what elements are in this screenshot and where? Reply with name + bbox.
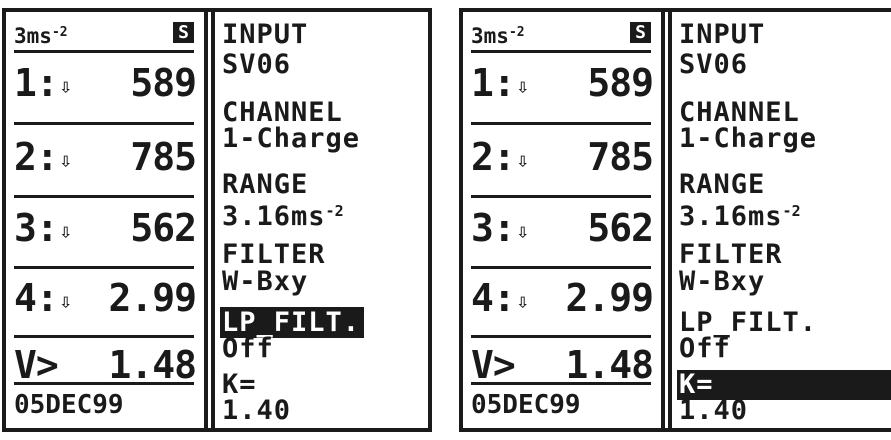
date-display: 05DEC99: [14, 390, 124, 420]
channel-value: 589: [130, 61, 197, 105]
down-arrow-icon: ⇩: [59, 148, 72, 172]
channel-row-2: 2: ⇩ 785: [471, 134, 655, 180]
channel-value: 2.99: [108, 276, 197, 320]
channel-label: 4:: [471, 276, 516, 320]
mode-badge: S: [173, 22, 194, 43]
k-value: 1.40: [222, 395, 292, 426]
double-divider: [659, 12, 673, 428]
menu-item-input[interactable]: INPUT: [222, 20, 308, 50]
lp-filt-value: Off: [679, 333, 731, 364]
range-value-exponent: -2: [782, 202, 801, 220]
divider-line: [471, 195, 651, 198]
range-value-exponent: -2: [325, 202, 344, 220]
channel-label: V>: [471, 343, 516, 387]
divider-line: [471, 122, 651, 125]
mode-badge: S: [630, 22, 651, 43]
divider-line: [14, 195, 194, 198]
input-value: SV06: [222, 49, 292, 80]
channel-value: 2.99: [565, 276, 654, 320]
channel-value: 562: [130, 206, 197, 250]
measurement-panel: 3ms-2 S 1: ⇩ 589 2: ⇩ 785 3: ⇩ 562 4: ⇩ 2.99 V> 1…: [6, 12, 202, 428]
divider-line: [471, 50, 651, 53]
input-value: SV06: [679, 49, 749, 80]
channel-label: 3:: [14, 206, 59, 250]
range-header: 3ms-2 S: [14, 20, 194, 48]
channel-row-4: 4: ⇩ 2.99: [471, 275, 655, 321]
divider-line: [14, 266, 194, 269]
down-arrow-icon: ⇩: [59, 74, 72, 98]
channel-value: 589: [587, 61, 654, 105]
range-value: 3.16ms-2: [222, 196, 344, 232]
channel-value: 785: [587, 135, 654, 179]
double-divider: [202, 12, 216, 428]
range-value: 3.16ms-2: [679, 196, 801, 232]
down-arrow-icon: ⇩: [516, 74, 529, 98]
display-screen-1: 3ms-2 S 1: ⇩ 589 2: ⇩ 785 3: ⇩ 562 4: ⇩ 2.99 V> 1…: [2, 8, 432, 432]
lp-filt-value: Off: [222, 333, 274, 364]
divider-line: [471, 382, 651, 385]
divider-line: [14, 382, 194, 385]
settings-menu: INPUT SV06 CHANNEL 1-Charge RANGE 3.16ms…: [218, 12, 428, 428]
channel-label: 1:: [14, 61, 59, 105]
channel-label: 1:: [471, 61, 516, 105]
range-value-text: 3.16ms: [679, 201, 783, 232]
filter-value: W-Bxy: [222, 266, 309, 297]
divider-line: [14, 335, 194, 338]
divider-line: [471, 335, 651, 338]
range-unit: 3ms: [471, 24, 509, 48]
channel-value: 1-Charge: [222, 123, 361, 154]
display-screen-2: 3ms-2 S 1: ⇩ 589 2: ⇩ 785 3: ⇩ 562 4: ⇩ 2.99 V> 1…: [459, 8, 891, 432]
channel-value: 785: [130, 135, 197, 179]
divider-line: [471, 266, 651, 269]
channel-label: 3:: [471, 206, 516, 250]
down-arrow-icon: ⇩: [59, 219, 72, 243]
range-header: 3ms-2 S: [471, 20, 651, 48]
range-unit: 3ms: [14, 24, 52, 48]
range-exponent: -2: [51, 25, 68, 40]
down-arrow-icon: ⇩: [516, 148, 529, 172]
channel-row-2: 2: ⇩ 785: [14, 134, 198, 180]
channel-label: 2:: [471, 135, 516, 179]
channel-value: 1-Charge: [679, 123, 818, 154]
date-display: 05DEC99: [471, 390, 581, 420]
divider-line: [14, 50, 194, 53]
channel-row-1: 1: ⇩ 589: [471, 60, 655, 106]
range-exponent: -2: [508, 25, 525, 40]
channel-label: V>: [14, 343, 59, 387]
k-value: 1.40: [679, 395, 749, 426]
range-value-text: 3.16ms: [222, 201, 326, 232]
measurement-panel: 3ms-2 S 1: ⇩ 589 2: ⇩ 785 3: ⇩ 562 4: ⇩ 2.99 V> 1…: [463, 12, 659, 428]
divider-line: [14, 122, 194, 125]
down-arrow-icon: ⇩: [59, 289, 72, 313]
channel-label: 4:: [14, 276, 59, 320]
channel-row-4: 4: ⇩ 2.99: [14, 275, 198, 321]
channel-label: 2:: [14, 135, 59, 179]
filter-value: W-Bxy: [679, 266, 766, 297]
channel-row-3: 3: ⇩ 562: [14, 205, 198, 251]
channel-row-1: 1: ⇩ 589: [14, 60, 198, 106]
channel-value: 562: [587, 206, 654, 250]
down-arrow-icon: ⇩: [516, 219, 529, 243]
menu-item-input[interactable]: INPUT: [679, 20, 765, 50]
down-arrow-icon: ⇩: [516, 289, 529, 313]
settings-menu: INPUT SV06 CHANNEL 1-Charge RANGE 3.16ms…: [675, 12, 891, 428]
channel-row-3: 3: ⇩ 562: [471, 205, 655, 251]
